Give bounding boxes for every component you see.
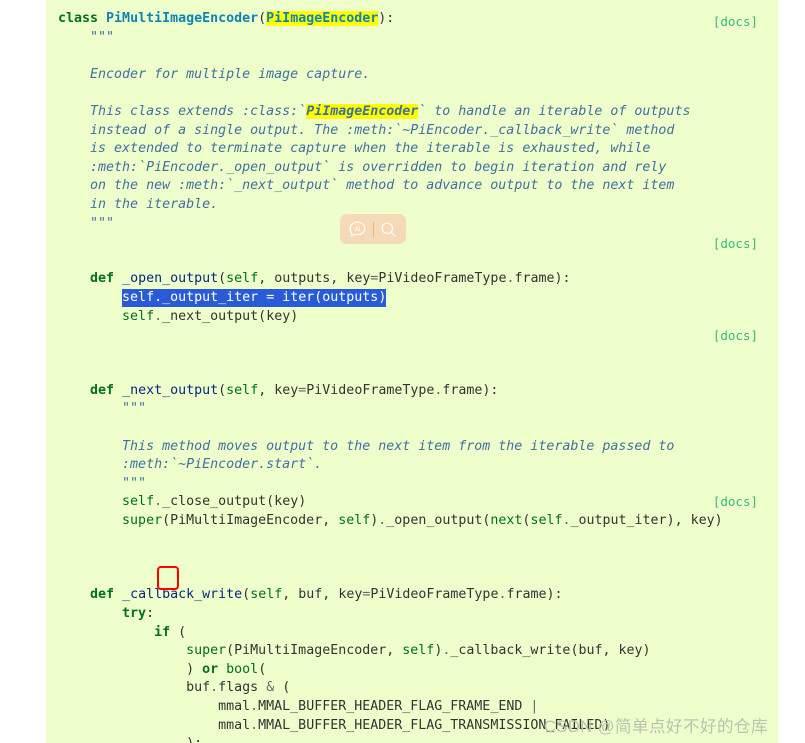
code-line: self._next_output(key): [122, 308, 299, 324]
code-line: try:: [122, 606, 155, 621]
code-line: buf.flags & (: [186, 680, 291, 696]
csdn-watermark: CSDN @简单点好不好的仓库: [543, 718, 768, 736]
search-icon: [381, 221, 396, 237]
docs-permalink-class[interactable]: [docs]: [713, 14, 758, 29]
code-line: is extended to terminate capture when th…: [90, 141, 651, 157]
code-line: """: [90, 215, 115, 231]
ai-assist-button[interactable]: AI: [343, 214, 373, 244]
code-block: class PiMultiImageEncoder(PiImageEncoder…: [46, 0, 778, 743]
code-line: super(PiMultiImageEncoder, self)._open_o…: [122, 513, 723, 529]
code-line: Encoder for multiple image capture.: [90, 66, 371, 82]
selection-action-popup[interactable]: AI: [340, 214, 406, 244]
code-line: def _next_output(self, key=PiVideoFrameT…: [90, 382, 499, 398]
code-line: if (: [154, 624, 187, 640]
code-line: :meth:`~PiEncoder.start`.: [122, 457, 323, 473]
code-line: This class extends :class:`PiImageEncode…: [90, 103, 691, 119]
docs-permalink-open-output[interactable]: [docs]: [713, 236, 758, 251]
code-line: on the new :meth:`_next_output` method t…: [90, 178, 675, 194]
code-line: :meth:`PiEncoder._open_output` is overri…: [90, 159, 667, 175]
ai-bubble-icon: AI: [349, 220, 366, 237]
code-line: """: [122, 401, 147, 417]
code-line: instead of a single output. The :meth:`~…: [90, 122, 675, 138]
code-line: in the iterable.: [90, 196, 219, 212]
code-line: super(PiMultiImageEncoder, self)._callba…: [186, 643, 651, 659]
source-code[interactable]: class PiMultiImageEncoder(PiImageEncoder…: [46, 0, 778, 743]
search-selection-button[interactable]: [374, 214, 404, 244]
code-line: def _callback_write(self, buf, key=PiVid…: [90, 587, 563, 603]
code-line: self._close_output(key): [122, 494, 307, 510]
text-selection[interactable]: self._output_iter = iter(outputs): [122, 288, 387, 307]
svg-text:AI: AI: [355, 226, 361, 232]
code-line: """: [90, 29, 115, 45]
code-line: class PiMultiImageEncoder(PiImageEncoder…: [58, 11, 395, 26]
code-line: def _open_output(self, outputs, key=PiVi…: [90, 271, 571, 287]
docs-permalink-next-output[interactable]: [docs]: [713, 328, 758, 343]
page-root: class PiMultiImageEncoder(PiImageEncoder…: [0, 0, 805, 743]
code-line: """: [122, 475, 147, 491]
code-line: ) or bool(: [186, 661, 267, 677]
docs-permalink-callback-write[interactable]: [docs]: [713, 494, 758, 509]
code-line: This method moves output to the next ite…: [122, 438, 675, 454]
code-line-selected[interactable]: self._output_iter = iter(outputs): [46, 288, 778, 308]
